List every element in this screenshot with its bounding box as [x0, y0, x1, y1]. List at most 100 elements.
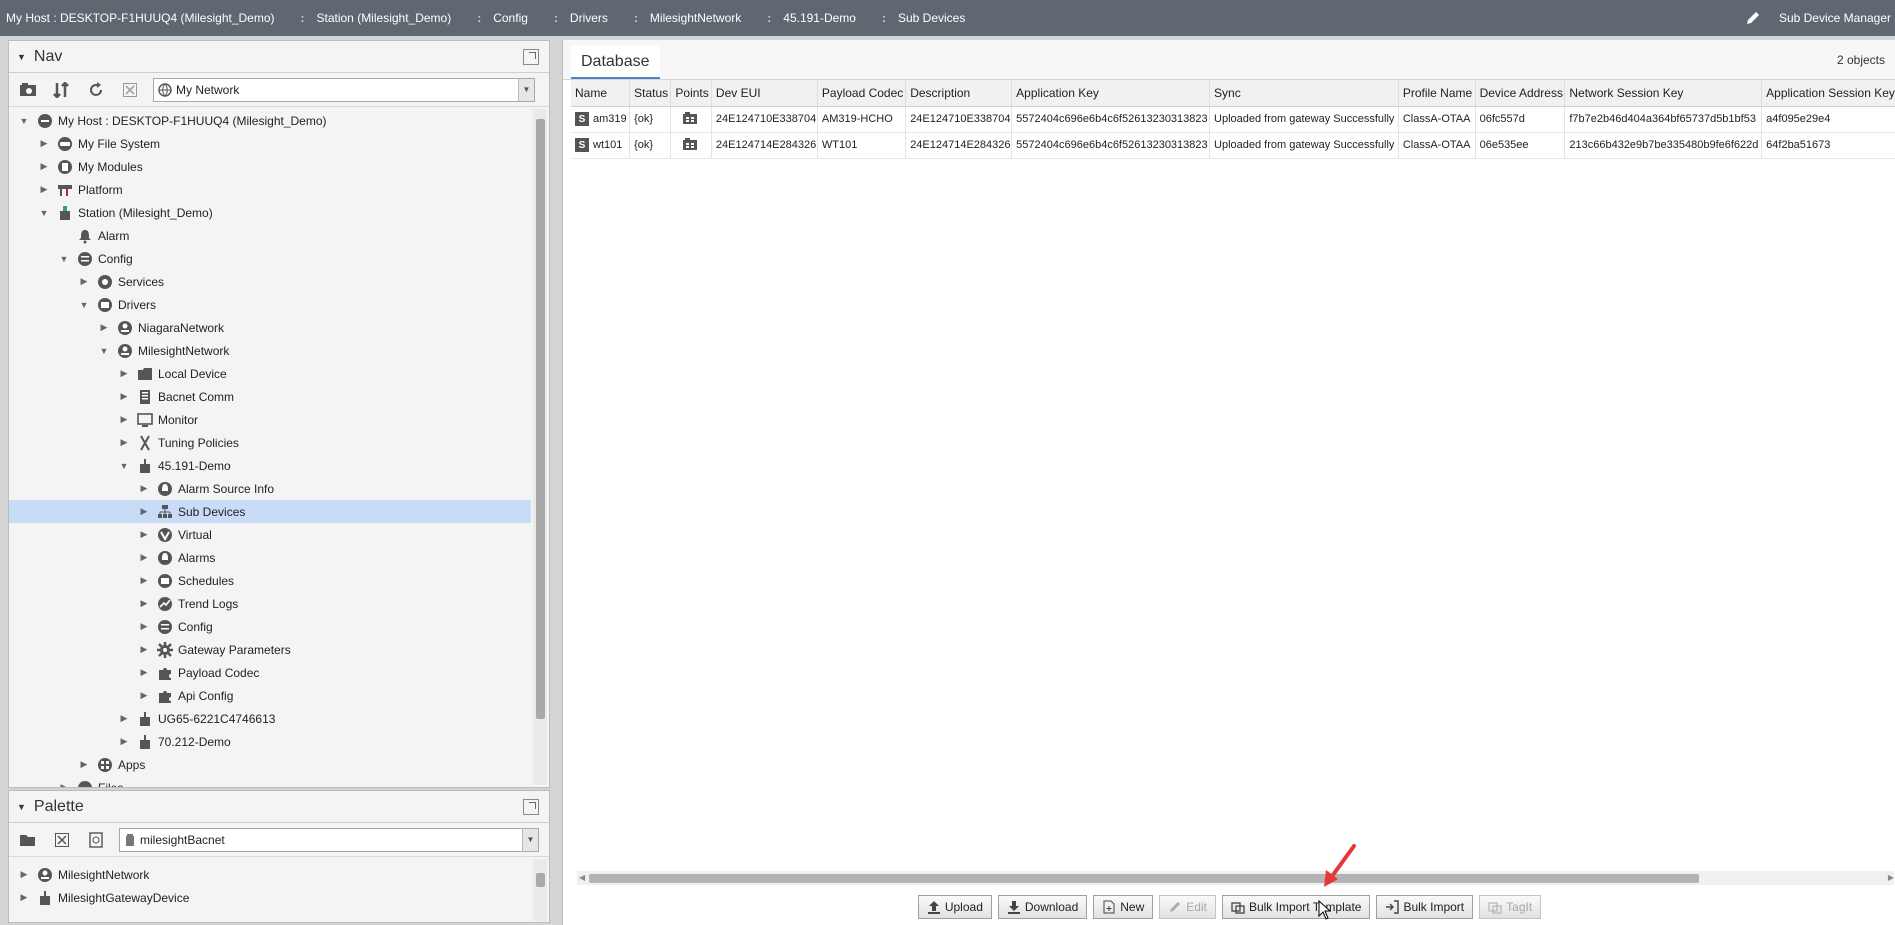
tagit-button[interactable]: TagIt	[1479, 895, 1542, 919]
nav-tree-item[interactable]: ▶ Schedules	[9, 569, 531, 592]
expand-arrow-icon[interactable]: ▶	[117, 413, 131, 427]
bulk-import-button[interactable]: Bulk Import	[1376, 895, 1474, 919]
breadcrumb-item[interactable]: : Sub Devices	[882, 11, 991, 25]
nav-root-selector[interactable]: My Network ▼	[153, 77, 535, 102]
nav-tree-item[interactable]: ▶ Alarms	[9, 546, 531, 569]
collapse-arrow-icon[interactable]: ▼	[17, 114, 31, 128]
nav-tree-item[interactable]: ▶ My File System	[9, 132, 531, 155]
column-header[interactable]: Network Session Key	[1564, 80, 1763, 107]
expand-arrow-icon[interactable]: ▶	[37, 183, 51, 197]
collapse-arrow-icon[interactable]: ▼	[77, 298, 91, 312]
scroll-left-icon[interactable]: ◀	[579, 871, 585, 885]
points-folder-icon[interactable]	[675, 137, 698, 150]
expand-arrow-icon[interactable]: ▶	[137, 482, 151, 496]
expand-arrow-icon[interactable]: ▶	[77, 275, 91, 289]
nav-tree-item[interactable]: ▶ Tuning Policies	[9, 431, 531, 454]
expand-arrow-icon[interactable]: ▶	[117, 367, 131, 381]
nav-tree-item[interactable]: ▶ Apps	[9, 753, 531, 776]
expand-arrow-icon[interactable]: ▶	[117, 436, 131, 450]
expand-arrow-icon[interactable]: ▶	[137, 551, 151, 565]
breadcrumb-item[interactable]: My Host : DESKTOP-F1HUUQ4 (Milesight_Dem…	[6, 11, 301, 25]
open-folder-icon[interactable]	[17, 829, 39, 851]
column-header[interactable]: Description	[905, 80, 1013, 107]
expand-arrow-icon[interactable]: ▶	[17, 868, 31, 882]
breadcrumb-item[interactable]: : Config	[477, 11, 554, 25]
upload-button[interactable]: Upload	[917, 895, 992, 919]
collapse-arrow-icon[interactable]: ▼	[37, 206, 51, 220]
nav-tree-item[interactable]: ▶ UG65-6221C4746613	[9, 707, 531, 730]
expand-arrow-icon[interactable]: ▶	[97, 321, 111, 335]
expand-arrow-icon[interactable]: ▶	[137, 666, 151, 680]
expand-arrow-icon[interactable]: ▶	[137, 620, 151, 634]
expand-arrow-icon[interactable]: ▶	[117, 390, 131, 404]
nav-tree-item[interactable]: ▼ Drivers	[9, 293, 531, 316]
breadcrumb-item[interactable]: : Station (Milesight_Demo)	[301, 11, 478, 25]
nav-tree-item[interactable]: ▼ Station (Milesight_Demo)	[9, 201, 531, 224]
nav-tree-item[interactable]: ▶ Payload Codec	[9, 661, 531, 684]
nav-tree-item[interactable]: ▶ NiagaraNetwork	[9, 316, 531, 339]
download-button[interactable]: Download	[997, 895, 1088, 919]
collapse-arrow-icon[interactable]: ▼	[57, 252, 71, 266]
breadcrumb-item[interactable]: :45.191-Demo	[767, 11, 882, 25]
column-header[interactable]: Profile Name	[1398, 80, 1476, 107]
expand-arrow-icon[interactable]: ▶	[137, 597, 151, 611]
nav-tree-item[interactable]: ▶ Monitor	[9, 408, 531, 431]
nav-tree-item[interactable]: ▶ Config	[9, 615, 531, 638]
find-icon[interactable]	[85, 829, 107, 851]
column-header[interactable]: Application Key	[1011, 80, 1211, 107]
nav-scroll-thumb[interactable]	[536, 119, 545, 719]
palette-item[interactable]: ▶ MilesightNetwork	[9, 863, 149, 886]
tab-database[interactable]: Database	[571, 46, 660, 79]
horizontal-scroll-thumb[interactable]	[589, 874, 1699, 883]
maximize-icon[interactable]	[523, 48, 539, 65]
palette-scrollbar[interactable]	[533, 859, 547, 921]
expand-arrow-icon[interactable]: ▶	[137, 643, 151, 657]
scroll-right-icon[interactable]: ▶	[1888, 871, 1894, 885]
close-icon[interactable]	[119, 79, 141, 101]
nav-tree-item[interactable]: ▶ Trend Logs	[9, 592, 531, 615]
column-header[interactable]: Points	[670, 80, 712, 107]
column-header[interactable]: Application Session Key	[1761, 80, 1895, 107]
nav-tree-item[interactable]: ▼ MilesightNetwork	[9, 339, 531, 362]
palette-scroll-thumb[interactable]	[536, 873, 545, 887]
column-header[interactable]: Sync	[1209, 80, 1399, 107]
expand-arrow-icon[interactable]: ▶	[77, 758, 91, 772]
nav-tree-item[interactable]: Alarm	[9, 224, 531, 247]
bulk-import-template-button[interactable]: Bulk Import Template	[1221, 895, 1371, 919]
close-icon[interactable]	[51, 829, 73, 851]
collapse-triangle-icon[interactable]: ▼	[17, 802, 26, 812]
maximize-icon[interactable]	[523, 798, 539, 815]
nav-tree-item[interactable]: ▶ My Modules	[9, 155, 531, 178]
expand-arrow-icon[interactable]: ▶	[137, 505, 151, 519]
expand-arrow-icon[interactable]: ▶	[117, 712, 131, 726]
column-header[interactable]: Name	[571, 80, 631, 107]
nav-tree-item[interactable]: ▶ Api Config	[9, 684, 531, 707]
expand-arrow-icon[interactable]: ▶	[37, 160, 51, 174]
sync-tree-icon[interactable]	[51, 79, 73, 101]
nav-tree-item[interactable]: ▶ Local Device	[9, 362, 531, 385]
column-header[interactable]: Payload Codec	[817, 80, 907, 107]
expand-arrow-icon[interactable]	[57, 229, 71, 243]
chevron-down-icon[interactable]: ▼	[518, 78, 534, 101]
nav-tree-item[interactable]: ▶ Bacnet Comm	[9, 385, 531, 408]
chevron-down-icon[interactable]: ▼	[522, 828, 538, 851]
refresh-icon[interactable]	[85, 79, 107, 101]
nav-scrollbar[interactable]	[533, 109, 547, 785]
expand-arrow-icon[interactable]: ▶	[57, 781, 71, 787]
nav-tree-item[interactable]: ▶ Platform	[9, 178, 531, 201]
expand-arrow-icon[interactable]: ▶	[117, 735, 131, 749]
expand-arrow-icon[interactable]: ▶	[137, 689, 151, 703]
palette-module-selector[interactable]: milesightBacnet ▼	[119, 827, 539, 852]
collapse-arrow-icon[interactable]: ▼	[117, 459, 131, 473]
view-selector[interactable]: Sub Device Manager	[1745, 0, 1895, 36]
new-button[interactable]: New	[1093, 895, 1154, 919]
nav-tree-item[interactable]: ▶ Alarm Source Info	[9, 477, 531, 500]
edit-button[interactable]: Edit	[1159, 895, 1216, 919]
breadcrumb-item[interactable]: : Drivers	[554, 11, 634, 25]
breadcrumb-item[interactable]: : MilesightNetwork	[634, 11, 767, 25]
nav-tree-item[interactable]: ▶ Gateway Parameters	[9, 638, 531, 661]
table-row[interactable]: Swt101 {ok} 24E124714E284326 WT101 24E124714…	[571, 132, 1895, 159]
collapse-triangle-icon[interactable]: ▼	[17, 52, 26, 62]
collapse-arrow-icon[interactable]: ▼	[97, 344, 111, 358]
nav-tree-item[interactable]: ▶ 70.212-Demo	[9, 730, 531, 753]
